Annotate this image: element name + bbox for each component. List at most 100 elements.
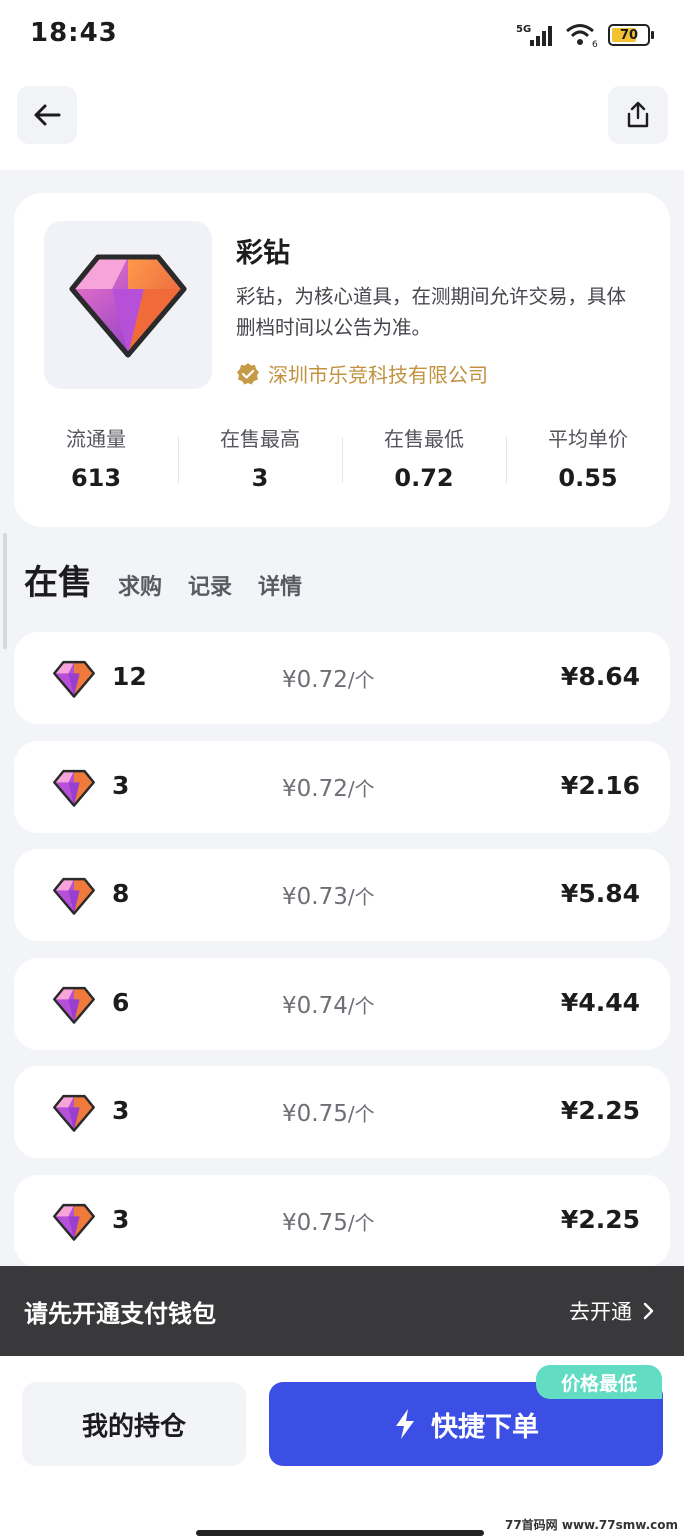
unit-price-value: ¥0.72 [282,667,348,693]
listing-unit-price: ¥0.72/个 [282,773,375,802]
verified-badge-icon [237,362,259,384]
stat-highest: 在售最高 3 [178,419,342,499]
tab-records[interactable]: 记录 [188,569,232,601]
top-bar [0,70,684,170]
listing-unit-price: ¥0.75/个 [282,1207,375,1236]
stat-lowest: 在售最低 0.72 [342,419,506,499]
stat-label: 平均单价 [548,427,628,451]
diamond-icon [53,1094,95,1132]
home-indicator[interactable] [196,1530,484,1536]
lowest-price-badge: 价格最低 [536,1365,662,1399]
stat-value: 3 [251,464,269,492]
item-name: 彩钻 [236,238,290,269]
toast-action-label: 去开通 [569,1300,632,1324]
listing-row[interactable]: 3 ¥0.75/个 ¥2.25 [14,1066,670,1158]
toast-message: 请先开通支付钱包 [24,1300,216,1328]
quick-order-label: 快捷下单 [431,1411,539,1443]
status-icons: 5G 6 70 [516,20,654,50]
unit-price-value: ¥0.74 [282,993,348,1019]
signal-icon: 5G [516,24,552,46]
item-thumbnail [44,221,212,389]
issuer: 深圳市乐竞科技有限公司 [236,359,488,388]
back-button[interactable] [17,86,77,144]
listing-gem [52,877,96,919]
unit-price-value: ¥0.75 [282,1210,348,1236]
stat-label: 在售最高 [220,427,300,451]
stat-value: 613 [70,464,122,492]
stat-average: 平均单价 0.55 [506,419,670,499]
listing-total-price: ¥8.64 [560,662,640,691]
listing-quantity: 3 [112,1205,130,1234]
listing-row[interactable]: 6 ¥0.74/个 ¥4.44 [14,958,670,1050]
listing-total-price: ¥2.25 [560,1205,640,1234]
listing-row[interactable]: 12 ¥0.72/个 ¥8.64 [14,632,670,724]
toast-activate-link[interactable]: 去开通 [569,1296,654,1326]
listing-unit-price: ¥0.74/个 [282,990,375,1019]
unit-suffix: /个 [347,1211,375,1235]
network-type: 5G [516,24,531,35]
diamond-icon [53,1203,95,1241]
diamond-icon [53,877,95,915]
wifi-num: 6 [592,40,598,48]
tab-buy-requests[interactable]: 求购 [118,569,162,601]
item-stats: 流通量 613 在售最高 3 在售最低 0.72 平均单价 0.55 [14,419,670,499]
unit-suffix: /个 [347,1102,375,1126]
stat-circulation: 流通量 613 [14,419,178,499]
unit-price-value: ¥0.75 [282,1101,348,1127]
listing-total-price: ¥4.44 [560,988,640,1017]
chevron-right-icon [643,1302,654,1320]
battery-level: 70 [619,27,639,43]
status-time: 18:43 [30,18,118,48]
listing-total-price: ¥2.16 [560,771,640,800]
stat-label: 流通量 [66,427,126,451]
lightning-icon [396,1409,414,1439]
item-info-card: 彩钻 彩钻，为核心道具，在测期间允许交易，具体删档时间以公告为准。 深圳市乐竞科… [14,193,670,527]
share-icon [627,101,649,128]
my-holdings-button[interactable]: 我的持仓 [22,1382,246,1466]
diamond-icon [69,254,187,358]
tab-bar: 在售 求购 记录 详情 [24,555,302,615]
diamond-icon [53,769,95,807]
listing-row[interactable]: 3 ¥0.72/个 ¥2.16 [14,741,670,833]
stat-label: 在售最低 [384,427,464,451]
listing-total-price: ¥2.25 [560,1096,640,1125]
tab-details[interactable]: 详情 [258,569,302,601]
listing-total-price: ¥5.84 [560,879,640,908]
share-button[interactable] [608,86,668,144]
listing-gem [52,986,96,1028]
listing-unit-price: ¥0.75/个 [282,1098,375,1127]
listing-quantity: 12 [112,662,147,691]
issuer-name: 深圳市乐竞科技有限公司 [268,363,488,387]
battery-indicator: 70 [608,24,654,46]
stat-value: 0.55 [558,464,618,492]
listing-gem [52,1203,96,1245]
watermark: 77首码网 www.77smw.com [504,1518,678,1532]
unit-suffix: /个 [347,777,375,801]
diamond-icon [53,986,95,1024]
listing-unit-price: ¥0.73/个 [282,881,375,910]
listing-row[interactable]: 3 ¥0.75/个 ¥2.25 [14,1175,670,1267]
listing-gem [52,769,96,811]
status-bar: 18:43 5G 6 70 [0,0,684,70]
listing-quantity: 6 [112,988,130,1017]
unit-price-value: ¥0.73 [282,884,348,910]
listing-quantity: 8 [112,879,130,908]
unit-suffix: /个 [347,885,375,909]
unit-price-value: ¥0.72 [282,776,348,802]
listing-gem [52,660,96,702]
listing-quantity: 3 [112,1096,130,1125]
listing-row[interactable]: 8 ¥0.73/个 ¥5.84 [14,849,670,941]
wifi-icon: 6 [566,24,598,48]
bottom-action-bar: 我的持仓 快捷下单 价格最低 77首码网 www.77smw.com [0,1356,684,1539]
unit-suffix: /个 [347,994,375,1018]
listing-quantity: 3 [112,771,130,800]
listing-gem [52,1094,96,1136]
unit-suffix: /个 [347,668,375,692]
item-description: 彩钻，为核心道具，在测期间允许交易，具体删档时间以公告为准。 [236,285,627,339]
wallet-toast[interactable]: 请先开通支付钱包 去开通 [0,1266,684,1356]
diamond-icon [53,660,95,698]
stat-value: 0.72 [394,464,454,492]
listing-unit-price: ¥0.72/个 [282,664,375,693]
tab-on-sale[interactable]: 在售 [24,555,92,604]
scroll-indicator[interactable] [3,533,7,649]
